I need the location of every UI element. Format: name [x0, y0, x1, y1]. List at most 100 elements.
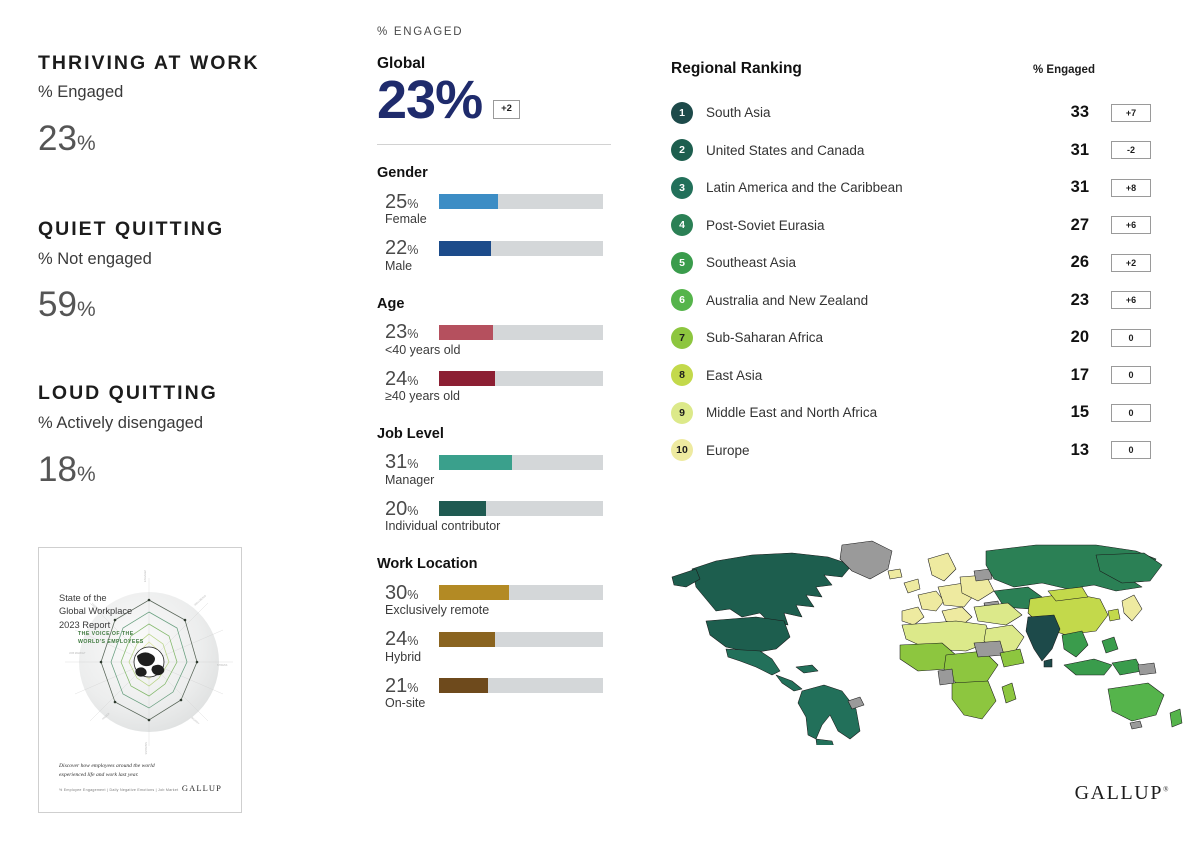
- table-row[interactable]: 10 Europe 13 0: [671, 432, 1151, 470]
- bar-fill: [439, 324, 493, 340]
- bar-fill: [439, 585, 510, 601]
- group-title: Work Location: [377, 556, 478, 573]
- svg-text:JOB MARKET: JOB MARKET: [69, 651, 86, 655]
- bar-label: Exclusively remote: [385, 603, 490, 618]
- bar-fill: [439, 631, 496, 647]
- bar-item: 24% Hybrid: [377, 629, 613, 666]
- stat-number: 23: [38, 119, 77, 159]
- table-row[interactable]: 5 Southeast Asia 26 +2: [671, 244, 1151, 282]
- bar-percent-sign: %: [407, 503, 419, 518]
- table-row[interactable]: 9 Middle East and North Africa 15 0: [671, 394, 1151, 432]
- bar-label: Hybrid: [385, 649, 422, 664]
- map-region-south-asia: [1025, 614, 1061, 662]
- rank-badge: 2: [671, 139, 693, 162]
- table-row[interactable]: 6 Australia and New Zealand 23 +6: [671, 282, 1151, 320]
- bar-label: Individual contributor: [385, 519, 501, 534]
- bar-row: 31%: [377, 452, 613, 472]
- table-row[interactable]: 4 Post-Soviet Eurasia 27 +6: [671, 207, 1151, 245]
- global-value: 23%: [377, 70, 483, 130]
- engagement-breakdown-column: % ENGAGED Global 23% +2 Gender 25% Female 2…: [377, 26, 613, 733]
- bar-track: [439, 240, 603, 256]
- map-region-png-grey: [1137, 662, 1157, 676]
- bar-fill: [439, 194, 498, 210]
- stat-value: 23%: [38, 121, 328, 156]
- demographic-group: Job Level 31% Manager 20% Individual contrib…: [377, 426, 613, 535]
- region-name: Post-Soviet Eurasia: [706, 217, 825, 233]
- bar-item: 25% Female: [377, 192, 613, 228]
- map-region-south-america: [797, 684, 861, 740]
- map-region-tasmania-grey: [1129, 720, 1143, 730]
- svg-text:SADNESS: SADNESS: [144, 742, 148, 755]
- map-region-mexico: [725, 648, 781, 676]
- map-region-indochina: [1061, 630, 1089, 658]
- bar-label: ≥40 years old: [385, 389, 460, 404]
- stat-title: QUIET QUITTING: [38, 218, 225, 241]
- rank-badge: 1: [671, 101, 693, 124]
- infographic-page: THRIVING AT WORK % Engaged 23% QUIET QUI…: [0, 0, 1200, 845]
- bar-label: Manager: [385, 472, 435, 487]
- rank-badge: 8: [671, 364, 693, 387]
- bar-label: Female: [385, 212, 427, 227]
- report-cover-thumbnail[interactable]: ENGAGEMENT WELLBEING STRESS WORRY SADNES…: [38, 547, 242, 813]
- group-title: Job Level: [377, 425, 444, 442]
- ranking-metric-header: % Engaged: [1033, 64, 1095, 76]
- table-row[interactable]: 1 South Asia 33 +7: [671, 94, 1151, 132]
- bar-fill: [439, 240, 491, 256]
- map-region-sri-lanka: [1043, 658, 1053, 668]
- region-name: Middle East and North Africa: [706, 405, 878, 421]
- delta-badge: 0: [1111, 403, 1151, 422]
- bar-percent: 25%: [377, 192, 439, 212]
- map-region-caribbean: [795, 664, 819, 674]
- bar-percent: 31%: [377, 452, 439, 472]
- world-map-svg: [671, 540, 1183, 745]
- table-row[interactable]: 2 United States and Canada 31 -2: [671, 132, 1151, 170]
- ranking-header: Regional Ranking % Engaged: [671, 60, 1151, 78]
- bar-row: 21%: [377, 676, 613, 696]
- table-row[interactable]: 7 Sub-Saharan Africa 20 0: [671, 319, 1151, 357]
- bar-row: 25%: [377, 192, 613, 212]
- demographic-group: Work Location 30% Exclusively remote 24% Hyb…: [377, 556, 613, 712]
- table-row[interactable]: 8 East Asia 17 0: [671, 357, 1151, 395]
- cover-kicker: THE VOICE OF THE WORLD'S EMPLOYEES: [78, 631, 144, 645]
- bar-track: [439, 454, 603, 470]
- stat-subtitle: % Not engaged: [38, 249, 152, 268]
- region-name: Europe: [706, 442, 750, 458]
- bar-item: 22% Male: [377, 237, 613, 275]
- bar-item: 30% Exclusively remote: [377, 583, 613, 619]
- bar-row: 20%: [377, 499, 613, 519]
- bar-percent-number: 25: [385, 190, 408, 213]
- stat-block-loud-quitting: LOUD QUITTING % Actively disengaged 18%: [38, 382, 328, 486]
- map-region-scandinavia: [927, 552, 957, 582]
- engaged-value: 15: [1070, 403, 1089, 422]
- cover-tagline: Discover how employees around the world …: [59, 763, 155, 779]
- report-cover-inner: ENGAGEMENT WELLBEING STRESS WORRY SADNES…: [45, 554, 235, 806]
- region-name: United States and Canada: [706, 142, 865, 158]
- map-region-uk-ireland: [903, 578, 921, 594]
- map-region-philippines: [1101, 636, 1119, 654]
- table-row[interactable]: 3 Latin America and the Caribbean 31 +8: [671, 169, 1151, 207]
- bar-percent-sign: %: [407, 196, 419, 211]
- bar-percent: 21%: [377, 676, 439, 696]
- bar-percent-number: 30: [385, 581, 408, 604]
- bar-row: 24%: [377, 369, 613, 389]
- bar-item: 20% Individual contributor: [377, 499, 613, 535]
- gallup-wordmark: GALLUP: [1074, 782, 1164, 804]
- map-region-borneo-png: [1111, 658, 1143, 676]
- map-region-japan: [1121, 594, 1143, 622]
- delta-badge: 0: [1111, 328, 1151, 347]
- group-title: Gender: [377, 165, 428, 182]
- stat-title: LOUD QUITTING: [38, 382, 218, 405]
- bar-percent-number: 22: [385, 237, 408, 260]
- engaged-value: 13: [1070, 440, 1089, 459]
- bar-percent: 24%: [377, 629, 439, 649]
- bar-percent: 20%: [377, 499, 439, 519]
- map-region-australia: [1107, 682, 1165, 722]
- bar-fill: [439, 371, 496, 387]
- engaged-value: 31: [1070, 178, 1089, 197]
- bar-fill: [439, 501, 486, 517]
- stat-value: 18%: [38, 452, 328, 487]
- map-region-greenland: [839, 540, 893, 580]
- percent-sign: %: [76, 298, 96, 322]
- rank-badge: 7: [671, 326, 693, 349]
- delta-badge: +2: [1111, 253, 1151, 272]
